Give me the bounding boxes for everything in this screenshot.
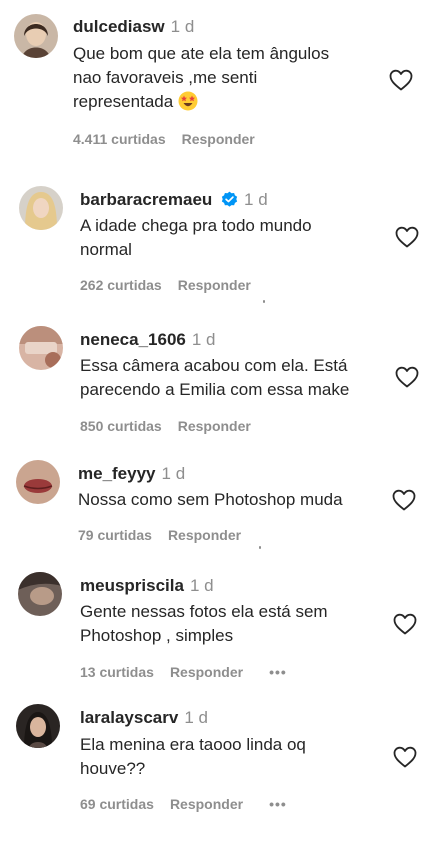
divider-dot bbox=[259, 546, 261, 549]
more-options-icon[interactable]: ••• bbox=[269, 796, 287, 812]
avatar-image bbox=[18, 572, 62, 616]
avatar-image bbox=[14, 14, 58, 58]
heart-outline-icon[interactable] bbox=[393, 746, 417, 768]
comment-header: me_feyyy 1 d bbox=[78, 464, 185, 484]
comment-text: A idade chega pra todo mundo normal bbox=[80, 214, 380, 262]
username[interactable]: laralayscarv bbox=[80, 708, 178, 727]
comment-age: 1 d bbox=[244, 190, 268, 209]
username[interactable]: dulcediasw bbox=[73, 17, 165, 36]
likes-count[interactable]: 79 curtidas bbox=[78, 527, 152, 543]
comment-age: 1 d bbox=[170, 17, 195, 36]
username[interactable]: neneca_1606 bbox=[80, 330, 186, 349]
avatar[interactable] bbox=[19, 326, 63, 370]
comment-age: 1 d bbox=[191, 330, 216, 349]
comment-line: Que bom que ate ela tem ângulos bbox=[73, 44, 330, 63]
comment-line: parecendo a Emilia com essa make bbox=[80, 380, 350, 399]
comment-header: meuspriscila 1 d bbox=[80, 576, 214, 596]
avatar[interactable] bbox=[18, 572, 62, 616]
avatar[interactable] bbox=[16, 704, 60, 748]
more-options-icon[interactable]: ••• bbox=[269, 664, 287, 680]
comment-line: representada bbox=[73, 92, 174, 111]
avatar[interactable] bbox=[16, 460, 60, 504]
username[interactable]: barbaracremaeu bbox=[80, 190, 212, 209]
comment-line: normal bbox=[80, 240, 132, 259]
comment-meta: 262 curtidas Responder bbox=[80, 276, 251, 294]
likes-count[interactable]: 850 curtidas bbox=[80, 418, 162, 434]
comment-text: Nossa como sem Photoshop muda bbox=[78, 488, 388, 512]
comment-text: Que bom que ate ela tem ângulos nao favo… bbox=[73, 42, 373, 114]
reply-button[interactable]: Responder bbox=[170, 796, 243, 812]
username[interactable]: meuspriscila bbox=[80, 576, 184, 595]
heart-outline-icon[interactable] bbox=[395, 366, 419, 388]
comment-age: 1 d bbox=[184, 708, 208, 727]
comment-meta: 13 curtidas Responder ••• bbox=[80, 663, 287, 681]
avatar-image bbox=[19, 186, 63, 230]
likes-count[interactable]: 13 curtidas bbox=[80, 664, 154, 680]
avatar-image bbox=[16, 460, 60, 504]
comment-header: dulcediasw 1 d bbox=[73, 17, 194, 37]
comment-text: Gente nessas fotos ela está sem Photosho… bbox=[80, 600, 380, 648]
avatar[interactable] bbox=[19, 186, 63, 230]
reply-button[interactable]: Responder bbox=[178, 277, 251, 293]
avatar-image bbox=[16, 704, 60, 748]
comment-meta: 69 curtidas Responder ••• bbox=[80, 795, 287, 813]
comment-line: Photoshop , simples bbox=[80, 626, 234, 645]
comment-header: laralayscarv 1 d bbox=[80, 708, 208, 728]
comment-meta: 850 curtidas Responder bbox=[80, 417, 251, 435]
reply-button[interactable]: Responder bbox=[168, 527, 241, 543]
star-struck-emoji-icon bbox=[178, 91, 198, 111]
reply-button[interactable]: Responder bbox=[178, 418, 251, 434]
divider-dot bbox=[263, 300, 265, 303]
comment-text: Essa câmera acabou com ela. Está parecen… bbox=[80, 354, 390, 402]
username[interactable]: me_feyyy bbox=[78, 464, 156, 483]
likes-count[interactable]: 69 curtidas bbox=[80, 796, 154, 812]
comment-age: 1 d bbox=[161, 464, 186, 483]
comment-line: nao favoraveis ,me senti bbox=[73, 68, 258, 87]
reply-button[interactable]: Responder bbox=[182, 131, 255, 147]
comment-line: A idade chega pra todo mundo bbox=[80, 216, 312, 235]
comment-header: barbaracremaeu 1 d bbox=[80, 190, 268, 210]
comment-text: Ela menina era taooo linda oq houve?? bbox=[80, 733, 380, 781]
heart-outline-icon[interactable] bbox=[392, 489, 416, 511]
comment-meta: 79 curtidas Responder bbox=[78, 526, 241, 544]
comment-line-with-emoji: representada bbox=[73, 90, 373, 114]
reply-button[interactable]: Responder bbox=[170, 664, 243, 680]
comment-line: Nossa como sem Photoshop muda bbox=[78, 490, 343, 509]
heart-outline-icon[interactable] bbox=[389, 69, 413, 91]
comment-line: Gente nessas fotos ela está sem bbox=[80, 602, 328, 621]
comment-line: Essa câmera acabou com ela. Está bbox=[80, 356, 348, 375]
comment-line: Ela menina era taooo linda oq bbox=[80, 735, 306, 754]
heart-outline-icon[interactable] bbox=[393, 613, 417, 635]
comment-age: 1 d bbox=[189, 576, 214, 595]
heart-outline-icon[interactable] bbox=[395, 226, 419, 248]
comment-header: neneca_1606 1 d bbox=[80, 330, 216, 350]
avatar[interactable] bbox=[14, 14, 58, 58]
comment-line: houve?? bbox=[80, 759, 146, 778]
likes-count[interactable]: 4.411 curtidas bbox=[73, 131, 166, 147]
verified-badge-icon bbox=[221, 191, 238, 207]
likes-count[interactable]: 262 curtidas bbox=[80, 277, 162, 293]
avatar-image bbox=[19, 326, 63, 370]
comment-meta: 4.411 curtidas Responder bbox=[73, 130, 255, 148]
